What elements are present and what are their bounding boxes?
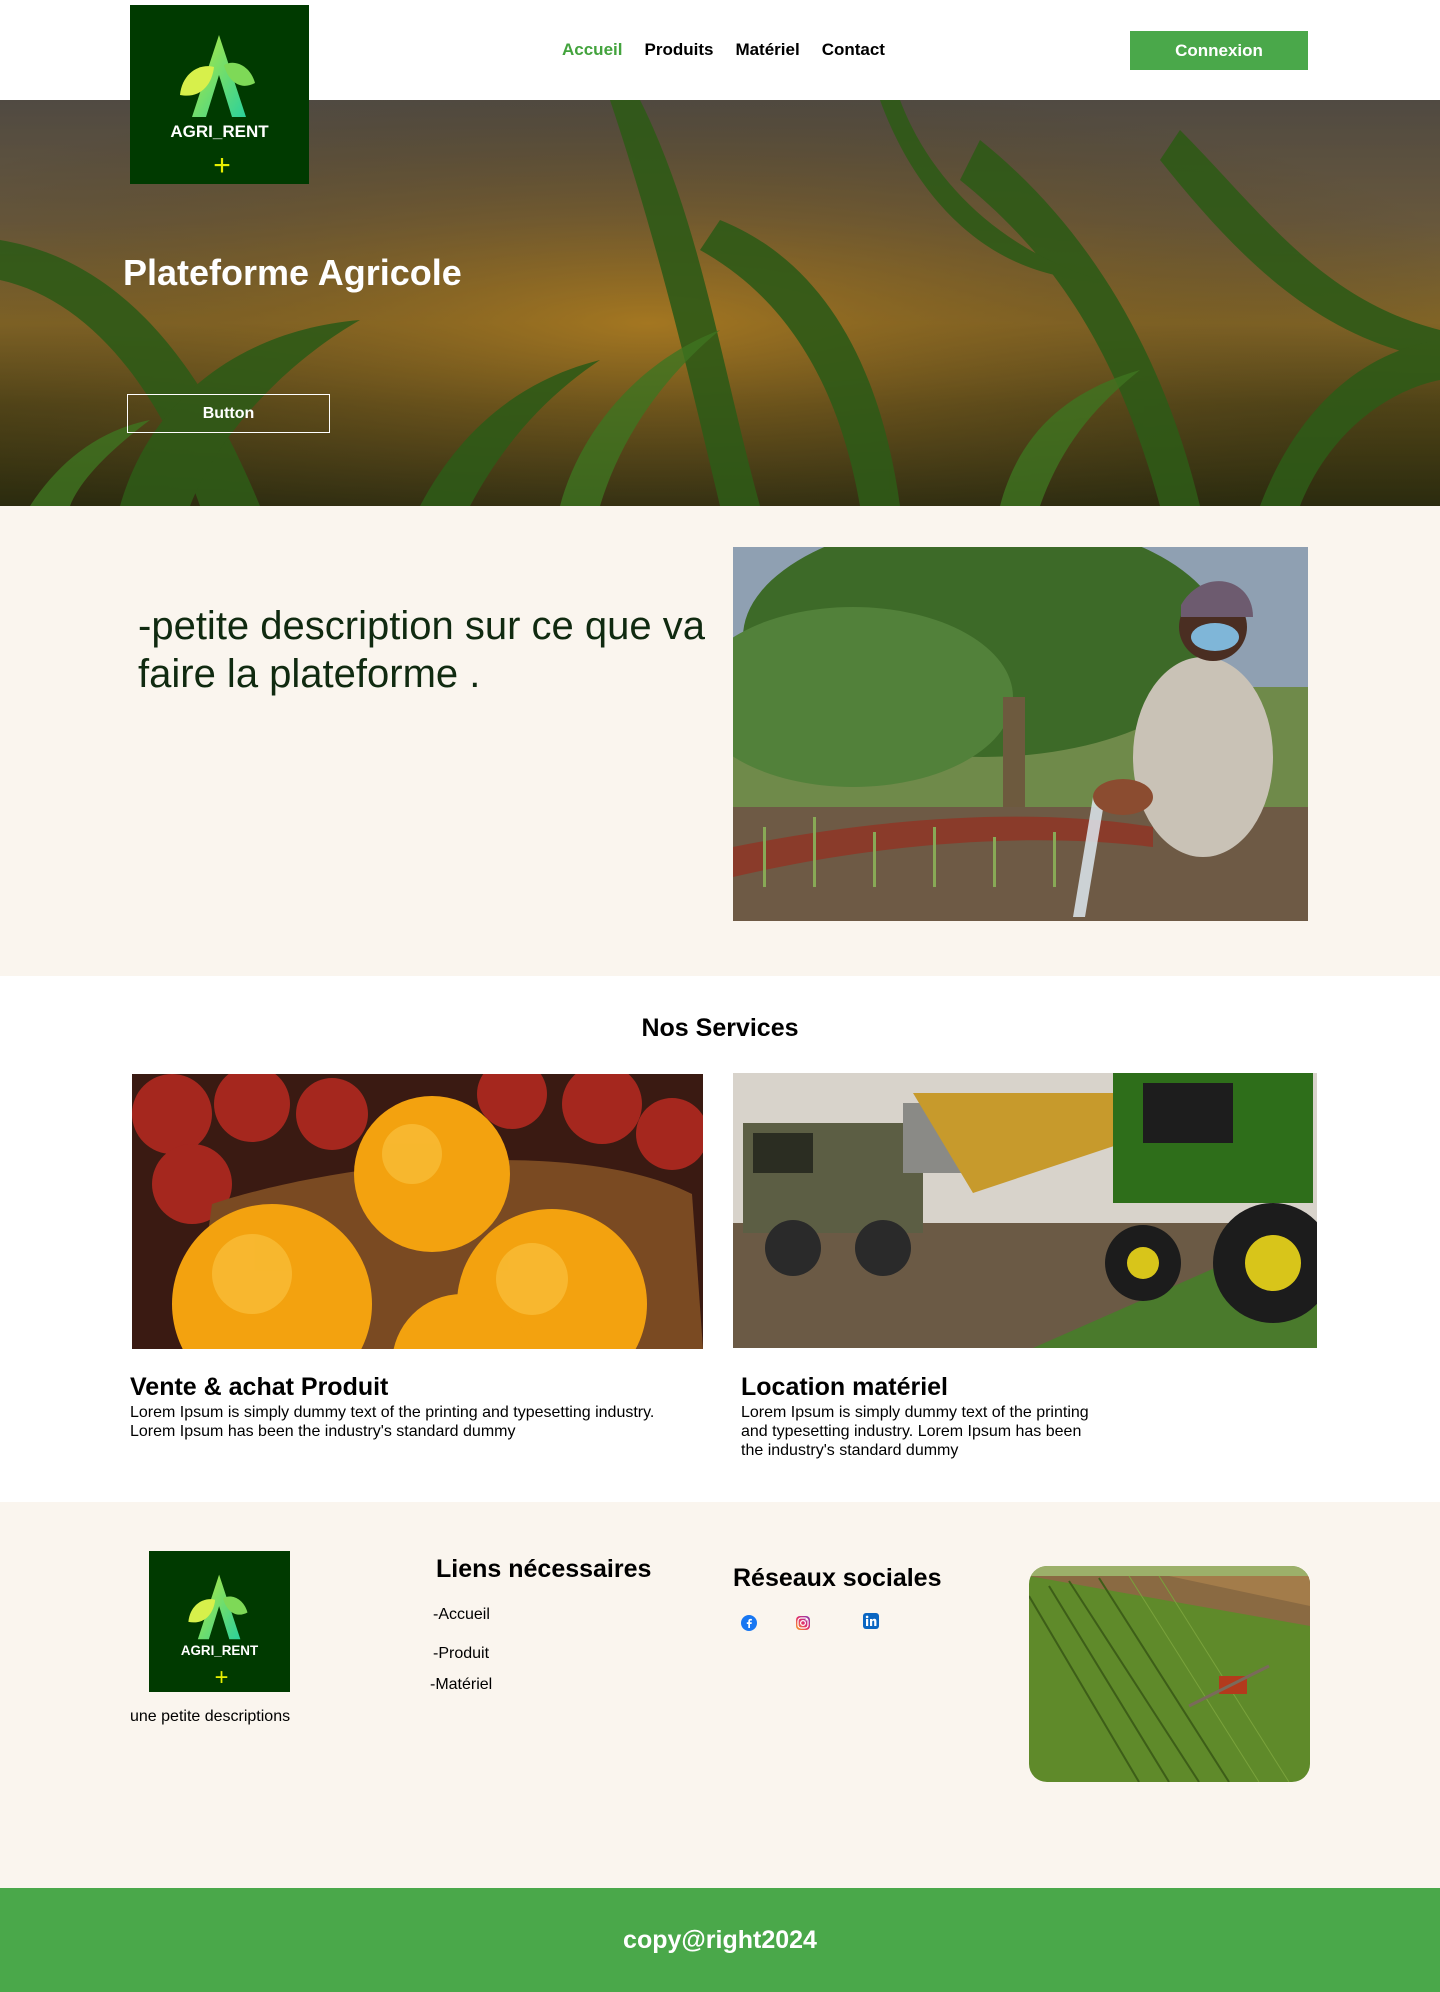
- agri-rent-logo-icon: AGRI_RENT +: [170, 35, 269, 182]
- login-button[interactable]: Connexion: [1130, 31, 1308, 70]
- logo-plus: +: [213, 149, 231, 182]
- aerial-field-photo: [1029, 1566, 1310, 1782]
- service-text-line: and typesetting industry. Lorem Ipsum ha…: [741, 1423, 1082, 1440]
- machinery-photo: [733, 1073, 1317, 1348]
- nav-link-accueil[interactable]: Accueil: [562, 40, 622, 60]
- farmer-watering-photo: [733, 547, 1308, 921]
- service-text-location: Lorem Ipsum is simply dummy text of the …: [741, 1403, 1161, 1460]
- site-footer: AGRI_RENT + une petite descriptions Lien…: [0, 1502, 1440, 1888]
- hero-title: Plateforme Agricole: [123, 252, 462, 293]
- services-section: Nos Services Vente & achat Produit Lorem…: [0, 976, 1440, 1502]
- footer-link-produit[interactable]: -Produit: [433, 1645, 489, 1663]
- footer-links-title: Liens nécessaires: [436, 1555, 652, 1583]
- farmer-photo-image: [733, 547, 1308, 921]
- logo-text: AGRI_RENT: [170, 122, 269, 141]
- service-text-line: Lorem Ipsum has been the industry's stan…: [130, 1423, 516, 1440]
- service-title-vente: Vente & achat Produit: [130, 1373, 389, 1401]
- copyright-text: copy@right2024: [623, 1926, 817, 1954]
- footer-logo-text: AGRI_RENT: [181, 1643, 259, 1658]
- linkedin-icon[interactable]: [863, 1613, 879, 1629]
- footer-social-title: Réseaux sociales: [733, 1564, 942, 1592]
- nav-link-contact[interactable]: Contact: [822, 40, 885, 60]
- service-text-vente: Lorem Ipsum is simply dummy text of the …: [130, 1403, 710, 1441]
- footer-link-materiel[interactable]: -Matériel: [430, 1676, 492, 1694]
- fruits-photo: [132, 1074, 703, 1349]
- tractor-field-image: [1029, 1566, 1310, 1782]
- intro-section: -petite description sur ce que va faire …: [0, 506, 1440, 976]
- service-text-line: Lorem Ipsum is simply dummy text of the …: [130, 1404, 655, 1421]
- nav-link-materiel[interactable]: Matériel: [735, 40, 799, 60]
- instagram-icon[interactable]: [795, 1615, 811, 1631]
- nav-link-produits[interactable]: Produits: [644, 40, 713, 60]
- footer-link-accueil[interactable]: -Accueil: [433, 1606, 490, 1624]
- footer-description: une petite descriptions: [130, 1708, 291, 1725]
- intro-description: -petite description sur ce que va faire …: [138, 604, 705, 696]
- oranges-basket-image: [132, 1074, 703, 1349]
- service-text-line: Lorem Ipsum is simply dummy text of the …: [741, 1404, 1089, 1421]
- services-title: Nos Services: [641, 1014, 799, 1042]
- footer-logo[interactable]: AGRI_RENT +: [149, 1551, 290, 1692]
- facebook-icon[interactable]: [741, 1615, 757, 1631]
- tractor-harvest-image: [733, 1073, 1317, 1348]
- agri-rent-logo-icon: AGRI_RENT +: [181, 1574, 259, 1691]
- site-logo[interactable]: AGRI_RENT +: [130, 5, 309, 184]
- service-title-location: Location matériel: [741, 1373, 948, 1401]
- main-nav: Accueil Produits Matériel Contact: [562, 40, 885, 60]
- copyright-bar: copy@right2024: [0, 1888, 1440, 1992]
- footer-logo-plus: +: [215, 1665, 229, 1691]
- hero-button[interactable]: Button: [127, 394, 330, 433]
- service-text-line: the industry's standard dummy: [741, 1442, 959, 1459]
